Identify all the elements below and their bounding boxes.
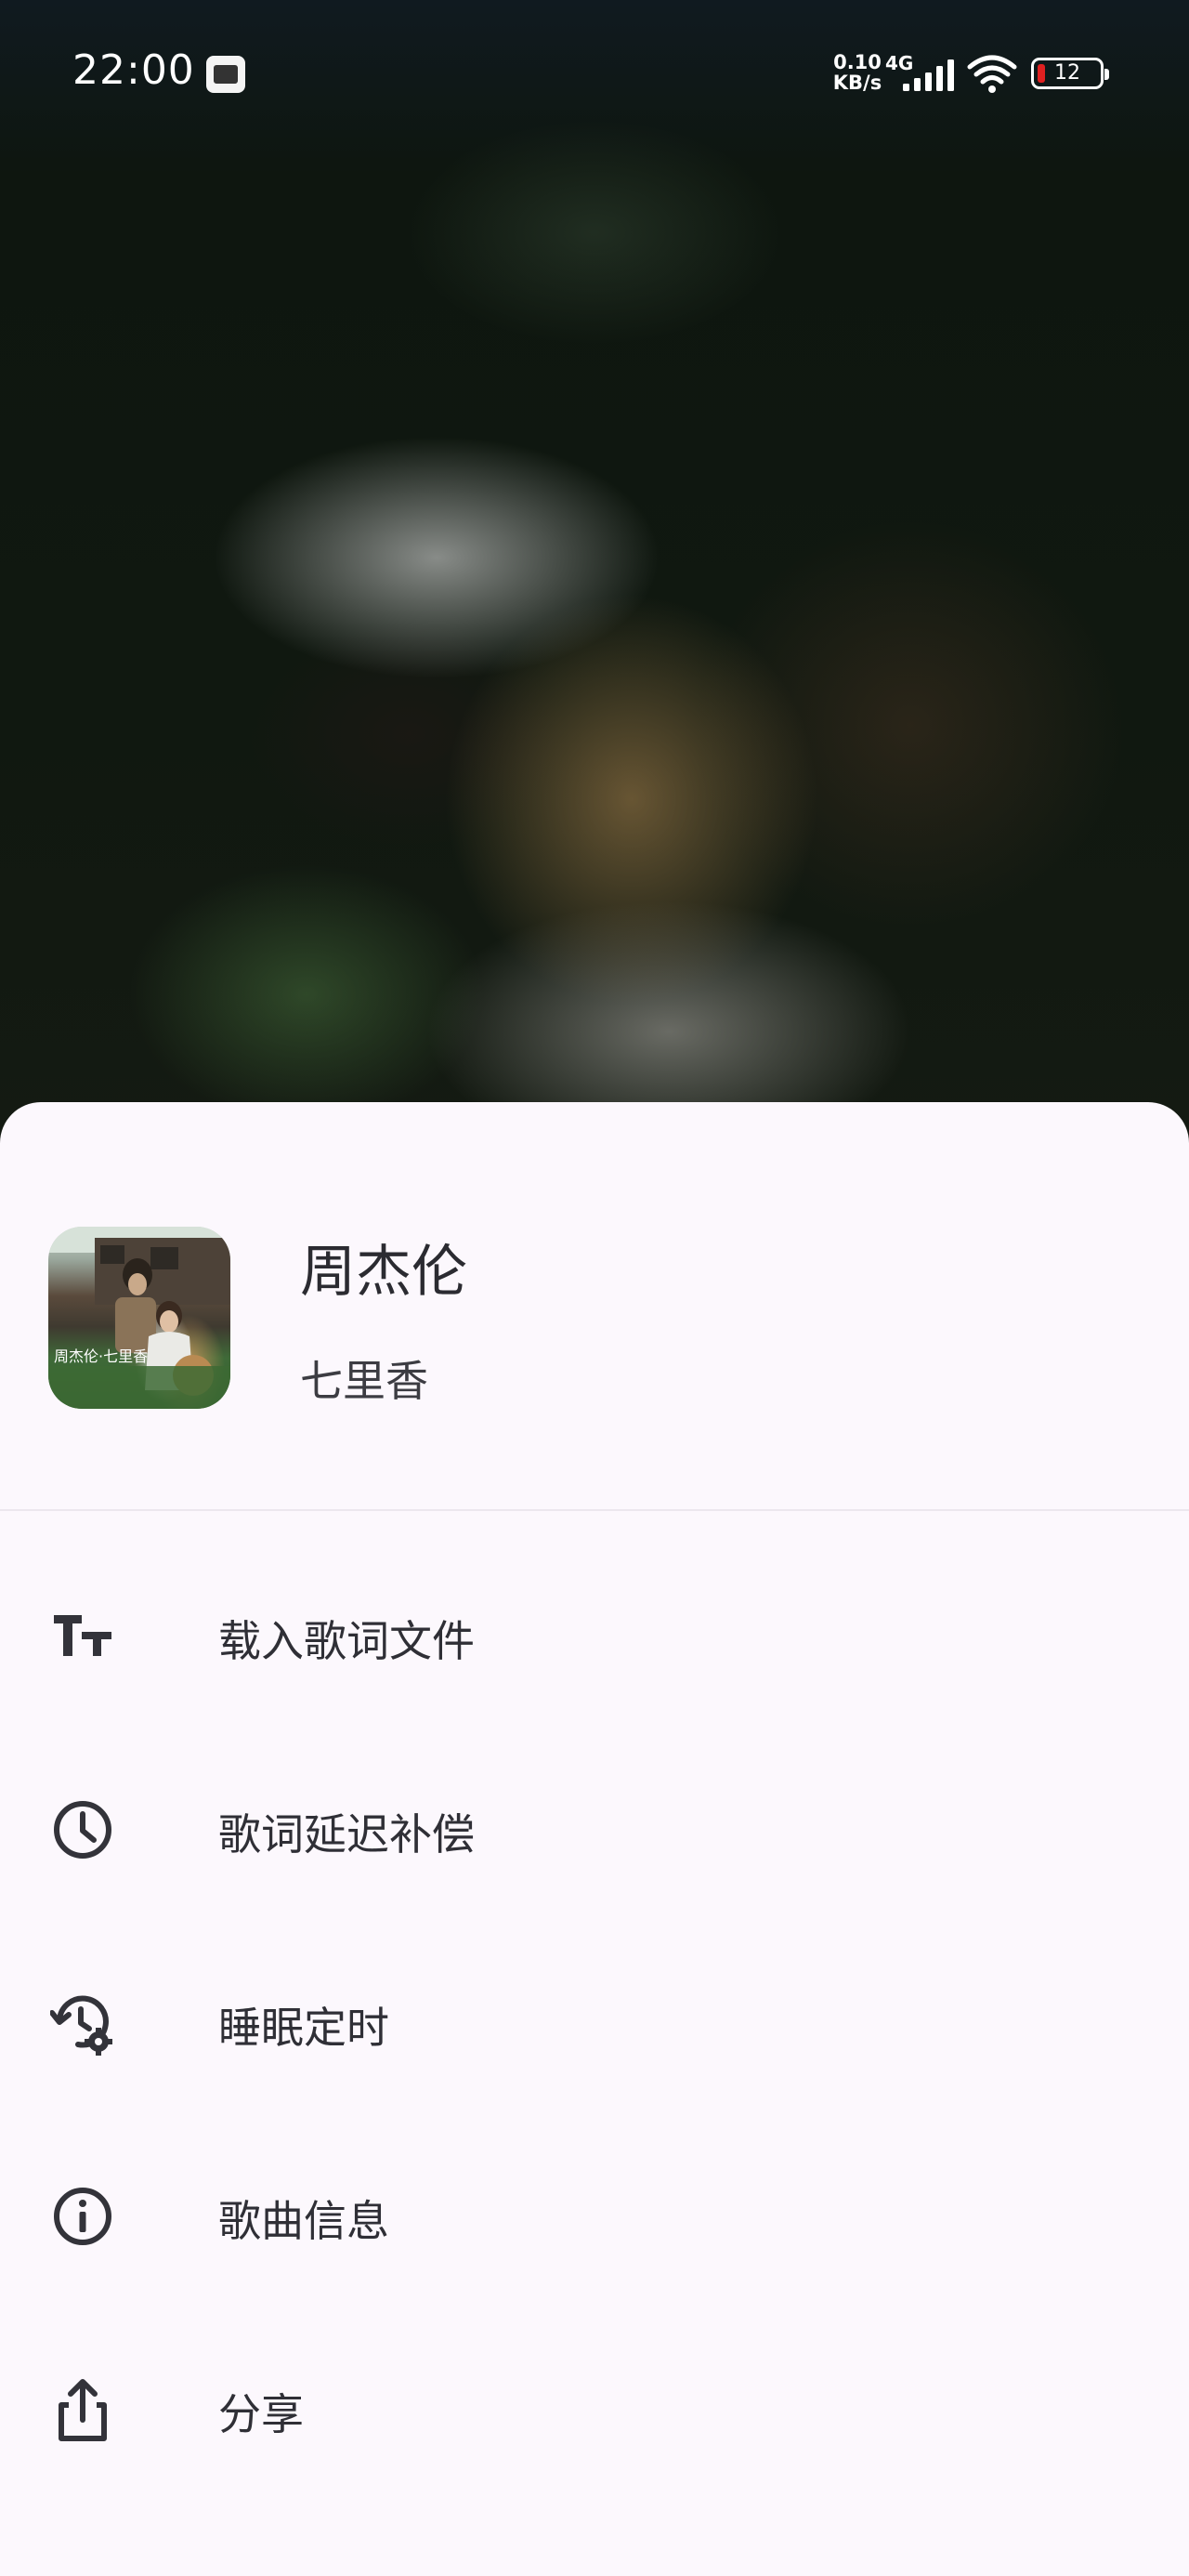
battery-level: 12: [1054, 61, 1080, 85]
network-speed-unit: KB/s: [832, 72, 882, 94]
history-settings-icon: [50, 1995, 112, 2056]
cell-signal-icon: [903, 59, 954, 91]
info-icon: [54, 2188, 111, 2245]
battery-icon: 12: [1031, 58, 1109, 89]
menu-item-sleep-timer[interactable]: 睡眠定时: [0, 1924, 1189, 2117]
text-size-icon: [54, 1615, 111, 1656]
status-bar: 22:00 0.10 KB/s 4G 12: [0, 0, 1189, 149]
artist-name: 周杰伦: [300, 1240, 467, 1305]
network-speed-value: 0.10: [833, 51, 882, 73]
network-speed: 0.10 KB/s: [830, 52, 885, 93]
song-title: 七里香: [300, 1356, 428, 1406]
menu-item-share[interactable]: 分享: [0, 2310, 1189, 2504]
mt-manager-icon: [206, 56, 245, 93]
album-art: 周杰伦·七里香: [48, 1227, 230, 1409]
album-photo: [48, 1227, 230, 1409]
album-art-title: 周杰伦·七里香: [54, 1347, 149, 1365]
menu-item-label: 载入歌词文件: [218, 1616, 475, 1666]
share-icon: [59, 2379, 107, 2441]
divider: [0, 1509, 1189, 1511]
blurred-album-background: [0, 0, 1189, 1162]
menu-item-lyrics-offset[interactable]: 歌词延迟补偿: [0, 1730, 1189, 1924]
menu-item-label: 睡眠定时: [218, 2003, 389, 2053]
wifi-icon: [967, 55, 1017, 93]
menu-item-label: 分享: [218, 2389, 304, 2439]
clock-icon: [54, 1801, 111, 1859]
menu-item-song-info[interactable]: 歌曲信息: [0, 2117, 1189, 2310]
status-time: 22:00: [72, 46, 195, 94]
bottom-sheet: 周杰伦·七里香 周杰伦 七里香 载入歌词文件 歌词延迟补偿 睡眠定时 歌曲信息 …: [0, 1102, 1189, 2576]
menu-item-load-lyrics[interactable]: 载入歌词文件: [0, 1537, 1189, 1730]
menu-item-label: 歌曲信息: [218, 2196, 389, 2246]
menu-item-label: 歌词延迟补偿: [218, 1809, 475, 1860]
